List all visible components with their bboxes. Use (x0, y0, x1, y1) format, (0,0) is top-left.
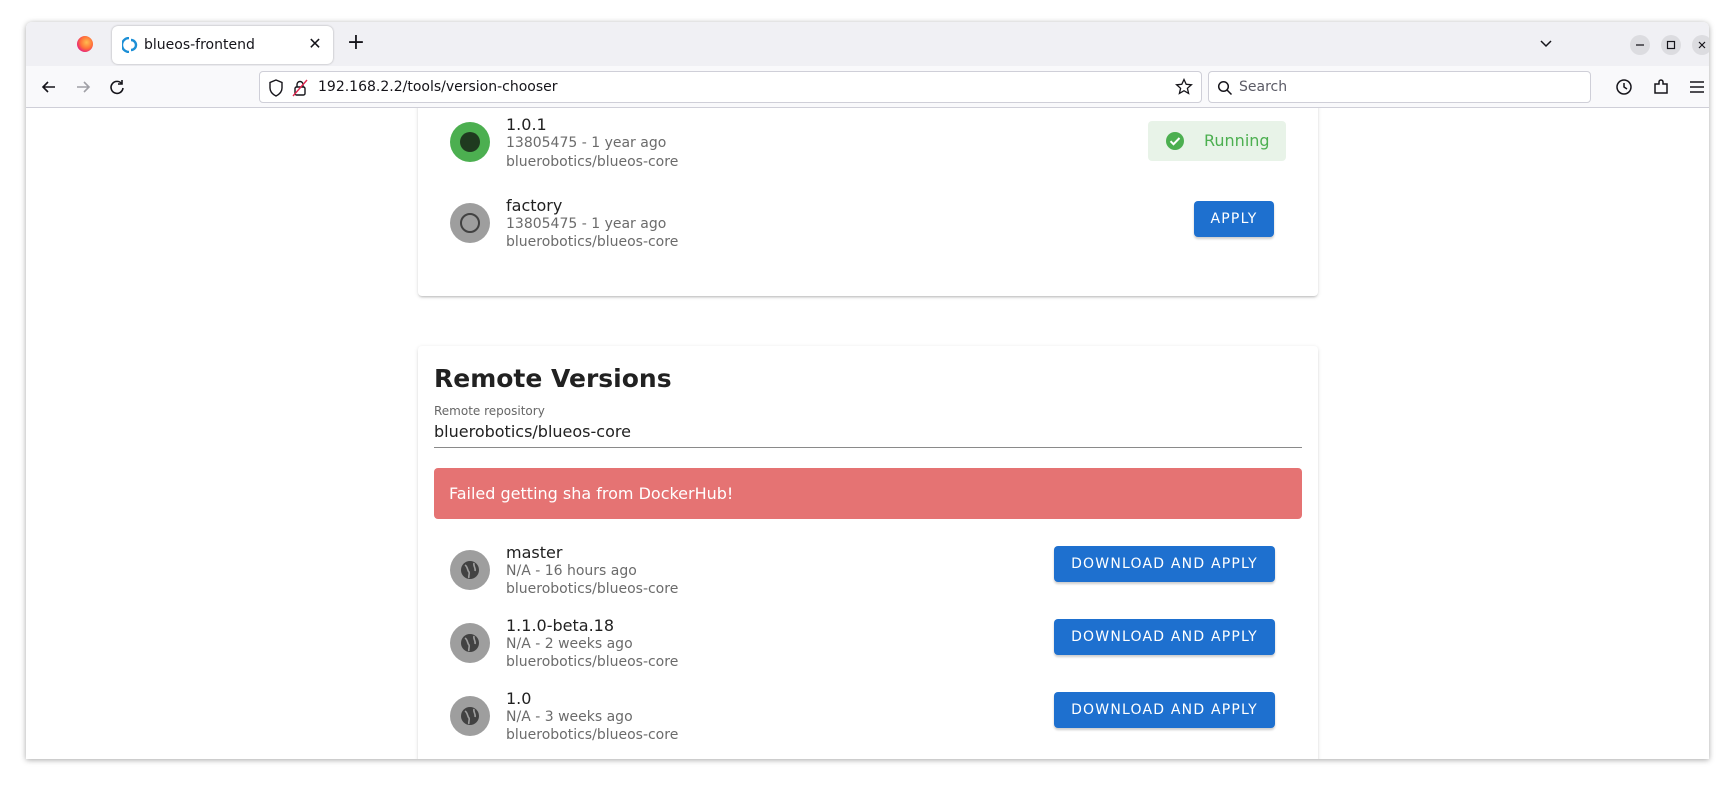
close-tab-icon[interactable]: ✕ (305, 34, 325, 54)
version-repo: bluerobotics/blueos-core (506, 581, 679, 597)
list-all-tabs-icon[interactable] (1536, 34, 1556, 54)
remote-version-item: master N/A - 16 hours ago bluerobotics/b… (418, 536, 1318, 606)
bookmark-star-icon[interactable] (1175, 78, 1193, 96)
menu-icon[interactable] (1686, 76, 1708, 98)
download-and-apply-button[interactable]: DOWNLOAD AND APPLY (1054, 619, 1275, 655)
close-window-icon[interactable] (1692, 35, 1709, 55)
browser-tab[interactable]: blueos-frontend ✕ (112, 26, 333, 64)
running-status-icon (450, 122, 490, 162)
search-placeholder: Search (1239, 79, 1288, 95)
history-icon[interactable] (1613, 76, 1635, 98)
browser-window: blueos-frontend ✕ + 192.168.2.2/tools/ve… (26, 22, 1709, 759)
tab-bar: blueos-frontend ✕ + (26, 22, 1709, 66)
local-version-item: factory 13805475 - 1 year ago blueroboti… (418, 189, 1318, 259)
insecure-lock-icon[interactable] (292, 79, 308, 97)
version-repo: bluerobotics/blueos-core (506, 154, 679, 170)
download-and-apply-button[interactable]: DOWNLOAD AND APPLY (1054, 546, 1275, 582)
remote-versions-card: Remote Versions Remote repository bluero… (418, 346, 1318, 759)
globe-icon (450, 623, 490, 663)
firefox-view-icon[interactable] (77, 36, 93, 52)
version-sha-time: 13805475 - 1 year ago (506, 216, 667, 232)
remote-versions-title: Remote Versions (434, 364, 672, 393)
remote-repository-input[interactable]: bluerobotics/blueos-core (434, 420, 1302, 448)
running-label: Running (1204, 131, 1270, 150)
back-icon[interactable] (38, 76, 60, 98)
check-circle-icon (1166, 132, 1184, 150)
local-versions-card: 1.0.1 13805475 - 1 year ago bluerobotics… (418, 108, 1318, 296)
search-bar[interactable]: Search (1208, 71, 1591, 103)
navigation-bar: 192.168.2.2/tools/version-chooser Search (26, 66, 1709, 108)
new-tab-icon[interactable]: + (344, 32, 368, 56)
extensions-icon[interactable] (1650, 76, 1672, 98)
version-sha-time: N/A - 2 weeks ago (506, 636, 633, 652)
remote-repository-label: Remote repository (434, 404, 545, 418)
inactive-status-icon (450, 203, 490, 243)
version-sha-time: N/A - 16 hours ago (506, 563, 637, 579)
globe-icon (450, 696, 490, 736)
error-alert: Failed getting sha from DockerHub! (434, 468, 1302, 519)
forward-icon[interactable] (72, 76, 94, 98)
running-badge: Running (1148, 121, 1286, 161)
search-icon (1217, 80, 1233, 96)
remote-version-item: 1.1.0-beta.18 N/A - 2 weeks ago bluerobo… (418, 609, 1318, 679)
page-content: 1.0.1 13805475 - 1 year ago bluerobotics… (26, 108, 1709, 759)
version-name: factory (506, 196, 563, 215)
error-message: Failed getting sha from DockerHub! (449, 484, 734, 503)
version-name: 1.1.0-beta.18 (506, 616, 615, 635)
maximize-icon[interactable] (1661, 35, 1681, 55)
reload-icon[interactable] (106, 76, 128, 98)
shield-icon[interactable] (268, 79, 284, 97)
blueos-favicon-icon (122, 37, 138, 53)
url-bar[interactable]: 192.168.2.2/tools/version-chooser (259, 71, 1202, 103)
apply-button[interactable]: APPLY (1194, 201, 1274, 237)
version-repo: bluerobotics/blueos-core (506, 234, 679, 250)
version-name: master (506, 543, 563, 562)
remote-version-item: 1.0 N/A - 3 weeks ago bluerobotics/blueo… (418, 682, 1318, 752)
version-repo: bluerobotics/blueos-core (506, 654, 679, 670)
version-repo: bluerobotics/blueos-core (506, 727, 679, 743)
version-name: 1.0 (506, 689, 532, 708)
local-version-item: 1.0.1 13805475 - 1 year ago bluerobotics… (418, 108, 1318, 178)
version-sha-time: N/A - 3 weeks ago (506, 709, 633, 725)
download-and-apply-button[interactable]: DOWNLOAD AND APPLY (1054, 692, 1275, 728)
globe-icon (450, 550, 490, 590)
minimize-icon[interactable] (1630, 35, 1650, 55)
version-sha-time: 13805475 - 1 year ago (506, 135, 667, 151)
tab-title: blueos-frontend (144, 37, 255, 53)
version-name: 1.0.1 (506, 115, 547, 134)
url-text: 192.168.2.2/tools/version-chooser (318, 79, 558, 95)
